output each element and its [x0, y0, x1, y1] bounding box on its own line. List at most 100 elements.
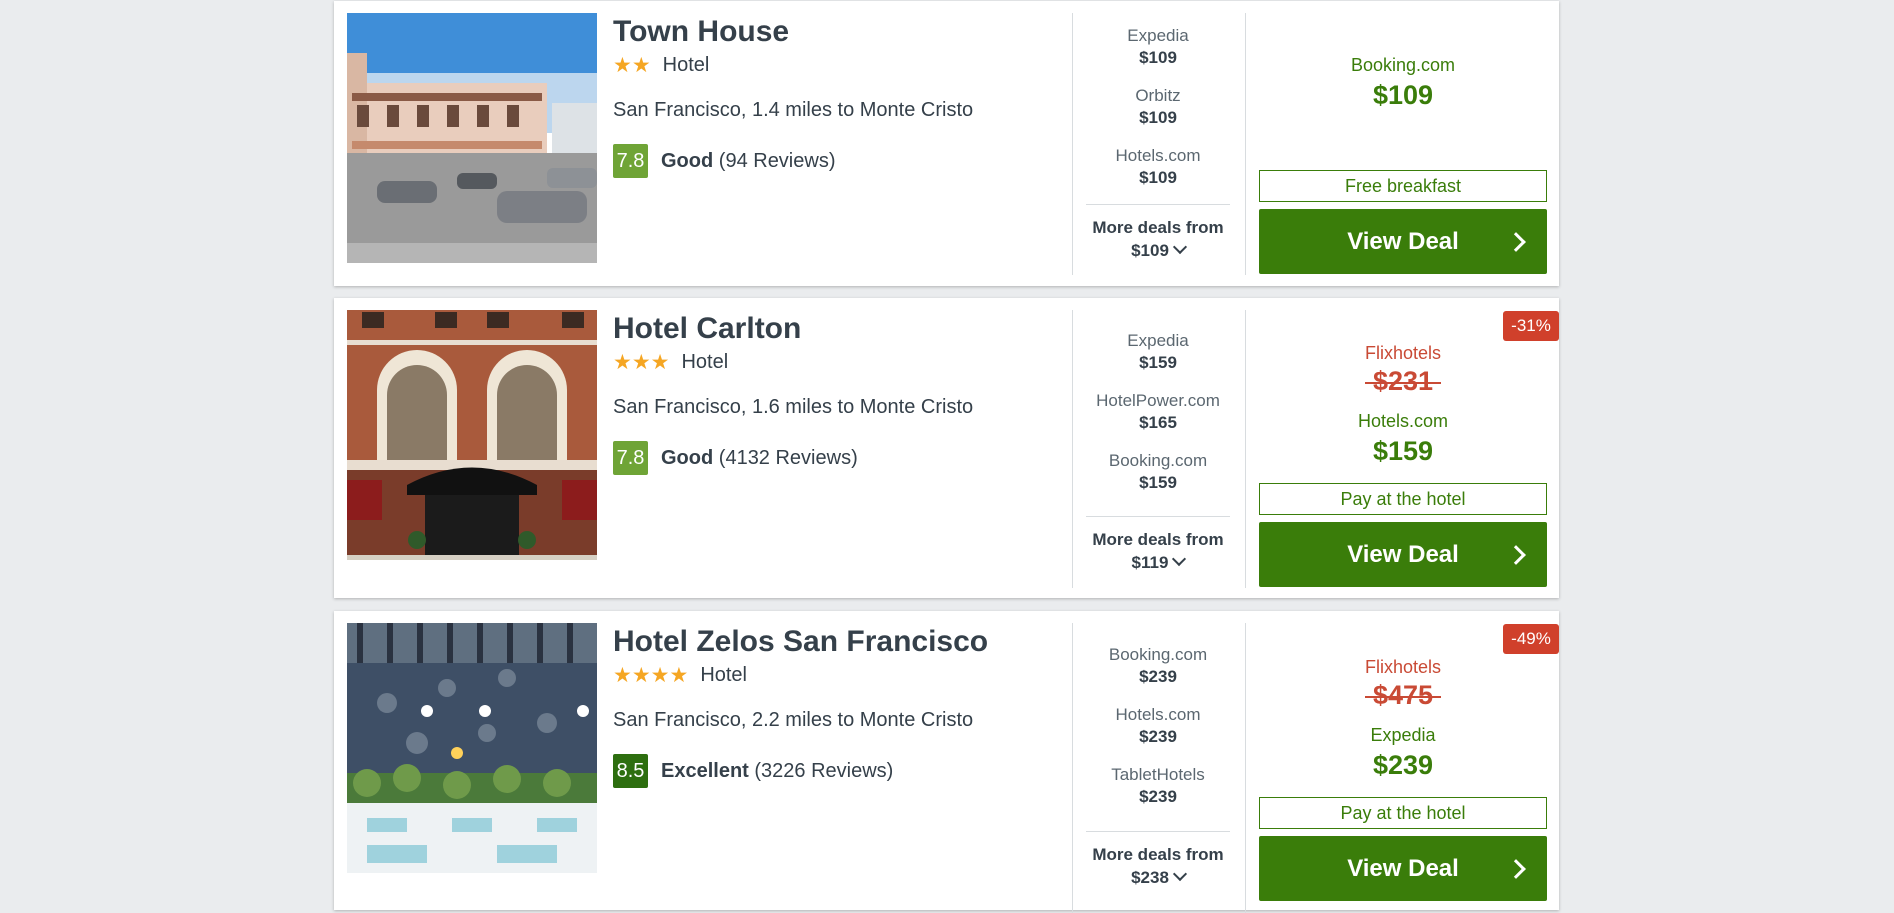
hotel-card[interactable]: Hotel Carlton ★★★ Hotel San Francisco, 1… — [334, 298, 1559, 598]
deal-price: $239 — [1139, 727, 1177, 746]
rating-row[interactable]: 7.8 Good (94 Reviews) — [613, 144, 1093, 178]
hotel-location: San Francisco, 2.2 miles to Monte Cristo — [613, 709, 974, 731]
best-offer-price: $109 — [1372, 80, 1434, 110]
deals-list: Expedia $159 HotelPower.com $165 Booking… — [1086, 330, 1230, 510]
view-deal-button[interactable]: View Deal — [1259, 836, 1547, 901]
best-offer-site: Expedia — [1370, 725, 1436, 745]
view-deal-label: View Deal — [1347, 227, 1459, 255]
review-count: (94 Reviews) — [718, 149, 836, 172]
deals-list: Booking.com $239 Hotels.com $239 TabletH… — [1086, 644, 1230, 824]
hotel-photo[interactable] — [347, 310, 597, 560]
chevron-right-icon — [1506, 545, 1526, 565]
divider — [1072, 623, 1073, 913]
review-count: (3226 Reviews) — [754, 759, 894, 782]
more-deals-button[interactable]: More deals from $119 — [1086, 516, 1230, 574]
discount-badge: -49% — [1503, 624, 1559, 654]
rating-score-badge: 7.8 — [613, 144, 648, 178]
view-deal-label: View Deal — [1347, 540, 1459, 568]
hotel-name[interactable]: Hotel Zelos San Francisco — [613, 625, 1093, 659]
view-deal-button[interactable]: View Deal — [1259, 209, 1547, 274]
chevron-down-icon — [1172, 866, 1187, 882]
hotel-type: Hotel — [662, 53, 710, 76]
deal-item[interactable]: Hotels.com $239 — [1086, 704, 1230, 764]
strike-offer-site: Flixhotels — [1364, 343, 1442, 363]
best-offer-site: Booking.com — [1350, 55, 1456, 75]
rating-score-badge: 8.5 — [613, 754, 648, 788]
best-offer[interactable]: Expedia $239 — [1259, 725, 1547, 781]
deal-item[interactable]: Orbitz $109 — [1086, 85, 1230, 145]
deal-item[interactable]: HotelPower.com $165 — [1086, 390, 1230, 450]
divider — [1245, 13, 1246, 275]
best-offer-price: $239 — [1372, 750, 1434, 780]
hotel-type: Hotel — [681, 350, 729, 373]
deal-site: Orbitz — [1135, 86, 1181, 105]
view-deal-label: View Deal — [1347, 854, 1459, 882]
hotel-photo[interactable] — [347, 13, 597, 263]
deal-item[interactable]: Expedia $109 — [1086, 25, 1230, 85]
deal-price: $109 — [1139, 108, 1177, 127]
hotel-photo[interactable] — [347, 623, 597, 873]
deal-item[interactable]: Booking.com $239 — [1086, 644, 1230, 704]
hotel-photo-image — [347, 310, 597, 560]
view-deal-button[interactable]: View Deal — [1259, 522, 1547, 587]
more-deals-price: $238 — [1131, 868, 1169, 887]
deal-price: $165 — [1139, 413, 1177, 432]
more-deals-label: More deals from — [1092, 530, 1224, 549]
review-count: (4132 Reviews) — [718, 446, 858, 469]
hotel-photo-image — [347, 13, 597, 263]
rating-label: Good — [661, 149, 714, 172]
star-rating-icon: ★★ — [613, 53, 651, 77]
hotel-photo-image — [347, 623, 597, 873]
deal-site: Booking.com — [1108, 645, 1208, 664]
deal-site: Hotels.com — [1115, 146, 1201, 165]
hotel-type: Hotel — [700, 663, 748, 686]
chevron-down-icon — [1172, 239, 1187, 255]
deal-item[interactable]: Expedia $159 — [1086, 330, 1230, 390]
rating-row[interactable]: 8.5 Excellent (3226 Reviews) — [613, 754, 1093, 788]
strike-offer[interactable]: Flixhotels $475 — [1259, 657, 1547, 711]
deal-site: Booking.com — [1108, 451, 1208, 470]
deal-price: $239 — [1139, 667, 1177, 686]
star-rating-icon: ★★★ — [613, 350, 670, 374]
more-deals-button[interactable]: More deals from $238 — [1086, 831, 1230, 889]
deal-item[interactable]: TabletHotels $239 — [1086, 764, 1230, 824]
deal-site: Expedia — [1127, 331, 1189, 350]
chevron-down-icon — [1172, 551, 1187, 567]
hotel-card[interactable]: Hotel Zelos San Francisco ★★★★ Hotel San… — [334, 611, 1559, 913]
rating-label: Excellent — [661, 759, 749, 782]
more-deals-button[interactable]: More deals from $109 — [1086, 204, 1230, 262]
strike-offer-site: Flixhotels — [1364, 657, 1442, 677]
divider — [1072, 13, 1073, 275]
divider — [1245, 310, 1246, 588]
deal-price: $109 — [1139, 168, 1177, 187]
more-deals-price: $109 — [1131, 241, 1169, 260]
chevron-right-icon — [1506, 859, 1526, 879]
divider — [1072, 310, 1073, 588]
rating-row[interactable]: 7.8 Good (4132 Reviews) — [613, 441, 1093, 475]
perk-label: Free breakfast — [1259, 170, 1547, 202]
deals-list: Expedia $109 Orbitz $109 Hotels.com $109 — [1086, 25, 1230, 205]
perk-label: Pay at the hotel — [1259, 797, 1547, 829]
strike-offer-price: $475 — [1364, 680, 1442, 710]
best-offer-price: $159 — [1372, 436, 1434, 466]
hotel-name[interactable]: Town House — [613, 15, 1093, 49]
hotel-card[interactable]: Town House ★★ Hotel San Francisco, 1.4 m… — [334, 1, 1559, 286]
strike-offer-price: $231 — [1364, 366, 1442, 396]
star-rating-icon: ★★★★ — [613, 663, 689, 687]
deal-price: $159 — [1139, 473, 1177, 492]
strike-offer[interactable]: Flixhotels $231 — [1259, 343, 1547, 397]
best-offer[interactable]: Booking.com $109 — [1259, 55, 1547, 111]
hotel-name[interactable]: Hotel Carlton — [613, 312, 1093, 346]
hotel-location: San Francisco, 1.6 miles to Monte Cristo — [613, 396, 974, 418]
hotel-location: San Francisco, 1.4 miles to Monte Cristo — [613, 99, 974, 121]
more-deals-label: More deals from — [1092, 845, 1224, 864]
divider — [1245, 623, 1246, 913]
rating-label: Good — [661, 446, 714, 469]
best-offer[interactable]: Hotels.com $159 — [1259, 411, 1547, 467]
deal-item[interactable]: Booking.com $159 — [1086, 450, 1230, 510]
chevron-right-icon — [1506, 232, 1526, 252]
deal-price: $159 — [1139, 353, 1177, 372]
deal-site: HotelPower.com — [1096, 391, 1220, 410]
deal-item[interactable]: Hotels.com $109 — [1086, 145, 1230, 205]
discount-badge: -31% — [1503, 311, 1559, 341]
